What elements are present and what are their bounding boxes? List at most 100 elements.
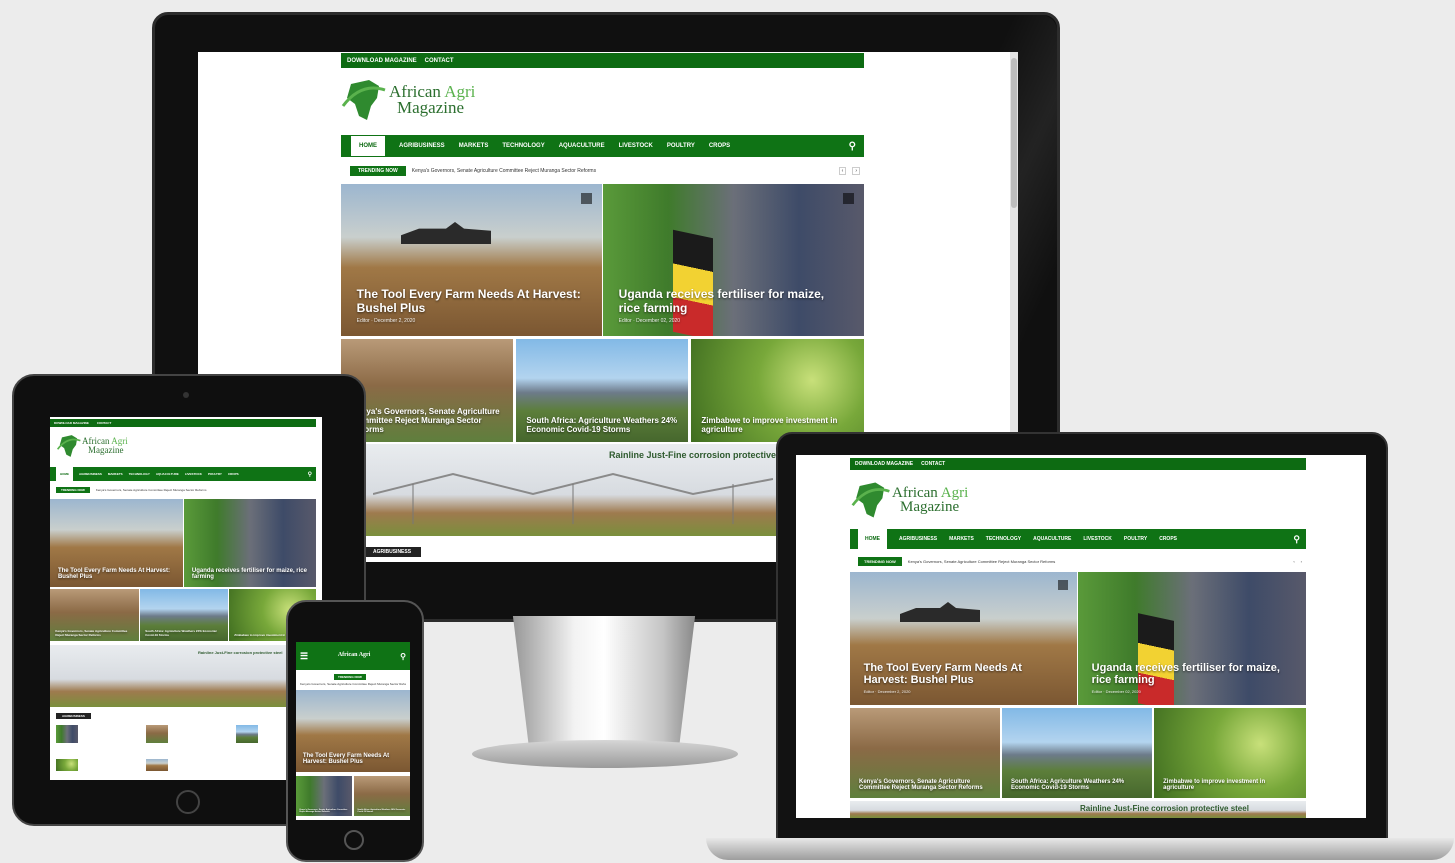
topbar-link-contact[interactable]: CONTACT bbox=[425, 58, 454, 64]
banner-text: Rainline Just-Fine corrosion protective … bbox=[609, 450, 783, 460]
row-title-1[interactable]: Kenya's Governors, Senate Agriculture Co… bbox=[299, 809, 348, 813]
nav-item-poultry[interactable]: POULTRY bbox=[1124, 536, 1147, 542]
site-logo[interactable]: African Agri bbox=[337, 652, 371, 659]
topbar-link-download[interactable]: DOWNLOAD MAGAZINE bbox=[54, 421, 89, 425]
tablet-screen: DOWNLOAD MAGAZINE CONTACT African Agri M… bbox=[50, 417, 322, 780]
row-title-1[interactable]: Kenya's Governors, Senate Agriculture Co… bbox=[55, 629, 133, 637]
row-title-2[interactable]: South Africa: Agriculture Weathers 24% E… bbox=[526, 416, 677, 434]
home-button-icon[interactable] bbox=[176, 790, 200, 814]
featured-meta-1: Editor · December 2, 2020 bbox=[356, 317, 416, 324]
site-logo[interactable]: African Agri Magazine bbox=[341, 76, 475, 124]
nav-item-technology[interactable]: TECHNOLOGY bbox=[502, 143, 544, 149]
main-nav: HOME AGRIBUSINESS MARKETS TECHNOLOGY AQU… bbox=[341, 135, 864, 157]
topbar-link-contact[interactable]: CONTACT bbox=[97, 421, 111, 425]
logo-word-african: African bbox=[337, 652, 358, 659]
featured-card-harvest[interactable]: The Tool Every Farm Needs At Harvest: Bu… bbox=[850, 572, 1077, 705]
nav-item-crops[interactable]: CROPS bbox=[709, 143, 730, 149]
row-card-south-africa[interactable]: South Africa: Agriculture Weathers 24% E… bbox=[1002, 708, 1152, 798]
row-card-south-africa[interactable]: South Africa: Agriculture Weathers 24% E… bbox=[140, 589, 228, 641]
row-card-kenya[interactable]: Kenya's Governors, Senate Agriculture Co… bbox=[850, 708, 1000, 798]
topbar-link-download[interactable]: DOWNLOAD MAGAZINE bbox=[347, 58, 417, 64]
trending-headline[interactable]: Kenya's Governors, Senate Agriculture Co… bbox=[412, 168, 833, 174]
site-logo[interactable]: African Agri Magazine bbox=[850, 479, 968, 521]
nav-item-markets[interactable]: MARKETS bbox=[108, 472, 123, 476]
nav-item-aquaculture[interactable]: AQUACULTURE bbox=[559, 143, 605, 149]
row-title-2[interactable]: South Africa: Agriculture Weathers 24% E… bbox=[357, 809, 406, 813]
nav-item-livestock[interactable]: LIVESTOCK bbox=[1083, 536, 1112, 542]
row-title-3[interactable]: Zimbabwe to improve investment in agricu… bbox=[1163, 779, 1297, 791]
featured-title-2[interactable]: Uganda receives fertiliser for maize, ri… bbox=[619, 287, 849, 315]
featured-title-1[interactable]: The Tool Every Farm Needs At Harvest: Bu… bbox=[303, 753, 403, 765]
trending-bar: TRENDING NOW Kenya's Governors, Senate A… bbox=[350, 165, 860, 177]
search-icon[interactable]: ⚲ bbox=[849, 141, 856, 152]
featured-title-1[interactable]: The Tool Every Farm Needs At Harvest: Bu… bbox=[357, 287, 587, 315]
featured-title-2[interactable]: Uganda receives fertiliser for maize, ri… bbox=[1092, 662, 1293, 686]
featured-meta-2: Editor · December 02, 2020 bbox=[1091, 689, 1141, 695]
section-badge: AGRIBUSINESS bbox=[56, 713, 91, 719]
nav-item-home[interactable]: HOME bbox=[56, 467, 73, 481]
nav-item-markets[interactable]: MARKETS bbox=[459, 143, 489, 149]
nav-item-agribusiness[interactable]: AGRIBUSINESS bbox=[79, 472, 102, 476]
nav-item-technology[interactable]: TECHNOLOGY bbox=[129, 472, 150, 476]
featured-title-2[interactable]: Uganda receives fertiliser for maize, ri… bbox=[192, 568, 308, 580]
nav-item-crops[interactable]: CROPS bbox=[228, 472, 239, 476]
row-card-south-africa[interactable]: South Africa: Agriculture Weathers 24% E… bbox=[516, 339, 688, 442]
hamburger-icon[interactable]: ☰ bbox=[300, 651, 308, 662]
trending-headline[interactable]: Kenya's Governors, Senate Agriculture Co… bbox=[908, 559, 1288, 564]
featured-card-harvest[interactable]: The Tool Every Farm Needs At Harvest: Bu… bbox=[296, 690, 410, 772]
featured-card-uganda[interactable]: Uganda receives fertiliser for maize, ri… bbox=[184, 499, 316, 587]
search-icon[interactable]: ⚲ bbox=[1293, 534, 1300, 545]
nav-item-technology[interactable]: TECHNOLOGY bbox=[986, 536, 1021, 542]
row-card-kenya[interactable]: Kenya's Governors, Senate Agriculture Co… bbox=[50, 589, 139, 641]
nav-item-crops[interactable]: CROPS bbox=[1159, 536, 1177, 542]
search-icon[interactable]: ⚲ bbox=[400, 652, 406, 661]
featured-title-1[interactable]: The Tool Every Farm Needs At Harvest: Bu… bbox=[58, 568, 175, 580]
row-card-zimbabwe[interactable]: Zimbabwe to improve investment in agricu… bbox=[1154, 708, 1306, 798]
featured-card-uganda[interactable]: Uganda receives fertiliser for maize, ri… bbox=[603, 184, 864, 336]
nav-item-poultry[interactable]: POULTRY bbox=[208, 472, 222, 476]
nav-item-home[interactable]: HOME bbox=[351, 136, 385, 156]
trending-headline[interactable]: Kenya's Governors, Senate Agriculture Co… bbox=[96, 488, 310, 492]
row-title-2[interactable]: South Africa: Agriculture Weathers 24% E… bbox=[1011, 779, 1143, 791]
row-card-south-africa[interactable]: South Africa: Agriculture Weathers 24% E… bbox=[354, 776, 410, 816]
site-logo[interactable]: African Agri Magazine bbox=[56, 433, 128, 459]
topbar-link-contact[interactable]: CONTACT bbox=[921, 461, 945, 467]
bookmark-icon[interactable] bbox=[580, 193, 592, 205]
row-card-kenya[interactable]: Kenya's Governors, Senate Agriculture Co… bbox=[296, 776, 352, 816]
desktop-stand-base bbox=[472, 740, 738, 768]
nav-item-agribusiness[interactable]: AGRIBUSINESS bbox=[899, 536, 937, 542]
nav-item-livestock[interactable]: LIVESTOCK bbox=[619, 143, 653, 149]
nav-item-agribusiness[interactable]: AGRIBUSINESS bbox=[399, 143, 445, 149]
row-title-2[interactable]: South Africa: Agriculture Weathers 24% E… bbox=[145, 629, 222, 637]
chevron-left-icon[interactable]: ‹ bbox=[838, 167, 847, 175]
ad-banner[interactable]: Rainline Just-Fine corrosion protective … bbox=[850, 801, 1306, 818]
featured-title-1[interactable]: The Tool Every Farm Needs At Harvest: Bu… bbox=[864, 662, 1064, 686]
topbar-link-download[interactable]: DOWNLOAD MAGAZINE bbox=[855, 461, 913, 467]
topbar: DOWNLOAD MAGAZINE CONTACT bbox=[341, 53, 864, 68]
row-title-1[interactable]: Kenya's Governors, Senate Agriculture Co… bbox=[859, 779, 991, 791]
bookmark-icon[interactable] bbox=[1057, 579, 1068, 590]
ad-banner[interactable]: Rainline Just-Fine corrosion protective … bbox=[50, 645, 316, 707]
chevron-right-icon[interactable]: › bbox=[1301, 559, 1302, 564]
nav-item-aquaculture[interactable]: AQUACULTURE bbox=[156, 472, 179, 476]
banner-text: Rainline Just-Fine corrosion protective … bbox=[198, 650, 283, 655]
nav-item-livestock[interactable]: LIVESTOCK bbox=[185, 472, 202, 476]
nav-item-home[interactable]: HOME bbox=[858, 529, 887, 549]
row-title-1[interactable]: Kenya's Governors, Senate Agriculture Co… bbox=[351, 407, 502, 434]
search-icon[interactable]: ⚲ bbox=[308, 471, 312, 478]
row-card-zimbabwe[interactable]: Zimbabwe to improve investment in agricu… bbox=[691, 339, 864, 442]
laptop-screen: DOWNLOAD MAGAZINE CONTACT African Agri M… bbox=[796, 455, 1366, 818]
chevron-right-icon[interactable]: › bbox=[852, 167, 860, 175]
featured-card-harvest[interactable]: The Tool Every Farm Needs At Harvest: Bu… bbox=[341, 184, 602, 336]
nav-item-markets[interactable]: MARKETS bbox=[949, 536, 974, 542]
ad-banner[interactable]: Rainline Just-Fine corrosion protective … bbox=[363, 444, 783, 536]
featured-card-harvest[interactable]: The Tool Every Farm Needs At Harvest: Bu… bbox=[50, 499, 183, 587]
nav-item-poultry[interactable]: POULTRY bbox=[667, 143, 695, 149]
featured-card-uganda[interactable]: Uganda receives fertiliser for maize, ri… bbox=[1078, 572, 1306, 705]
chevron-left-icon[interactable]: ‹ bbox=[1293, 559, 1294, 564]
nav-item-aquaculture[interactable]: AQUACULTURE bbox=[1033, 536, 1071, 542]
bookmark-icon[interactable] bbox=[842, 193, 854, 205]
row-card-kenya[interactable]: Kenya's Governors, Senate Agriculture Co… bbox=[341, 339, 513, 442]
home-button-icon[interactable] bbox=[344, 830, 364, 850]
trending-headline[interactable]: Kenya's Governors, Senate Agriculture Co… bbox=[300, 682, 406, 686]
